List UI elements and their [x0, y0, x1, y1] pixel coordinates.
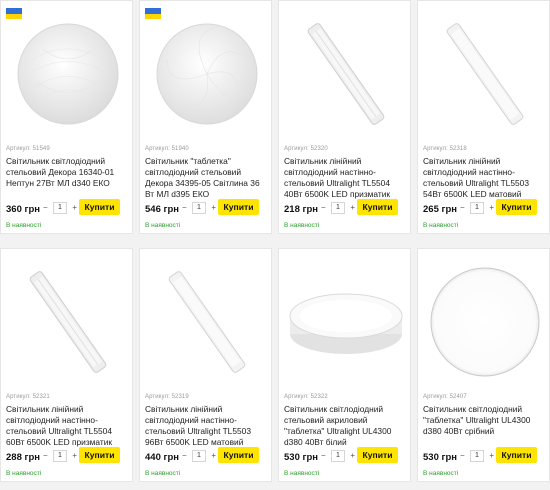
product-card[interactable]: Артикул: 52319 Світильник лінійний світл… — [139, 248, 272, 482]
increase-button[interactable]: + — [489, 203, 494, 212]
product-card[interactable]: Артикул: 52318 Світильник лінійний світл… — [417, 0, 550, 234]
product-card[interactable]: Артикул: 51940 Світильник "таблетка" сві… — [139, 0, 272, 234]
article-number: Артикул: 51940 — [145, 146, 189, 152]
product-image[interactable] — [279, 9, 412, 139]
product-price: 440 грн — [145, 452, 179, 463]
increase-button[interactable]: + — [211, 203, 216, 212]
article-number: Артикул: 52320 — [284, 146, 328, 152]
product-name[interactable]: Світильник лінійний світлодіодний настін… — [423, 156, 549, 200]
product-card[interactable]: Артикул: 52321 Світильник лінійний світл… — [0, 248, 133, 482]
product-price: 530 грн — [423, 452, 457, 463]
product-name[interactable]: Світильник лінійний світлодіодний настін… — [284, 156, 410, 200]
quantity-input[interactable]: 1 — [470, 449, 484, 462]
product-name[interactable]: Світильник лінійний світлодіодний настін… — [145, 404, 271, 448]
linear-prismatic-lamp-icon — [29, 271, 106, 373]
stock-status: В наявності — [6, 470, 42, 477]
stock-status: В наявності — [284, 222, 320, 229]
buy-button[interactable]: Купити — [218, 199, 259, 215]
decrease-button[interactable]: − — [321, 203, 326, 212]
stock-status: В наявності — [6, 222, 42, 229]
article-number: Артикул: 51549 — [6, 146, 50, 152]
increase-button[interactable]: + — [211, 451, 216, 460]
round-silver-lamp-icon — [430, 267, 539, 377]
quantity-input[interactable]: 1 — [53, 449, 67, 462]
product-name[interactable]: Світильник світлодіодний стельовий Декор… — [6, 156, 132, 189]
quantity-input[interactable]: 1 — [331, 449, 345, 462]
quantity-input[interactable]: 1 — [53, 201, 67, 214]
decrease-button[interactable]: − — [321, 451, 326, 460]
quantity-input[interactable]: 1 — [331, 201, 345, 214]
quantity-input[interactable]: 1 — [192, 449, 206, 462]
quantity-stepper: − 1 + — [43, 200, 77, 215]
product-card[interactable]: Артикул: 51549 Світильник світлодіодний … — [0, 0, 133, 234]
decrease-button[interactable]: − — [43, 203, 48, 212]
product-price: 360 грн — [6, 204, 40, 215]
quantity-stepper: − 1 + — [321, 448, 355, 463]
buy-button[interactable]: Купити — [79, 447, 120, 463]
product-image[interactable] — [279, 257, 412, 387]
product-name[interactable]: Світильник "таблетка" світлодіодний стел… — [145, 156, 271, 200]
increase-button[interactable]: + — [350, 451, 355, 460]
quantity-stepper: − 1 + — [43, 448, 77, 463]
increase-button[interactable]: + — [72, 451, 77, 460]
decrease-button[interactable]: − — [460, 451, 465, 460]
product-card[interactable]: Артикул: 52322 Світильник світлодіодний … — [278, 248, 411, 482]
product-name[interactable]: Світильник світлодіодний стельовий акрил… — [284, 404, 410, 448]
article-number: Артикул: 52321 — [6, 394, 50, 400]
stock-status: В наявності — [284, 470, 320, 477]
round-ceiling-lamp-icon — [156, 23, 257, 125]
quantity-stepper: − 1 + — [321, 200, 355, 215]
quantity-stepper: − 1 + — [460, 200, 494, 215]
product-card[interactable]: Артикул: 52407 Світильник світлодіодний … — [417, 248, 550, 482]
product-price: 546 грн — [145, 204, 179, 215]
product-image[interactable] — [418, 257, 550, 387]
stock-status: В наявності — [145, 222, 181, 229]
article-number: Артикул: 52318 — [423, 146, 467, 152]
quantity-stepper: − 1 + — [460, 448, 494, 463]
decrease-button[interactable]: − — [43, 451, 48, 460]
stock-status: В наявності — [423, 470, 459, 477]
product-card[interactable]: Артикул: 52320 Світильник лінійний світл… — [278, 0, 411, 234]
increase-button[interactable]: + — [72, 203, 77, 212]
increase-button[interactable]: + — [350, 203, 355, 212]
product-name[interactable]: Світильник світлодіодний "таблетка" Ultr… — [423, 404, 549, 437]
product-price: 218 грн — [284, 204, 318, 215]
buy-button[interactable]: Купити — [357, 199, 398, 215]
linear-matte-lamp-icon — [168, 271, 245, 373]
round-tablet-lamp-icon — [289, 293, 402, 354]
buy-button[interactable]: Купити — [79, 199, 120, 215]
article-number: Артикул: 52407 — [423, 394, 467, 400]
increase-button[interactable]: + — [489, 451, 494, 460]
buy-button[interactable]: Купити — [496, 199, 537, 215]
quantity-stepper: − 1 + — [182, 448, 216, 463]
buy-button[interactable]: Купити — [218, 447, 259, 463]
article-number: Артикул: 52319 — [145, 394, 189, 400]
round-ceiling-lamp-icon — [17, 23, 118, 125]
quantity-input[interactable]: 1 — [470, 201, 484, 214]
product-price: 530 грн — [284, 452, 318, 463]
product-price: 288 грн — [6, 452, 40, 463]
product-image[interactable] — [1, 9, 134, 139]
linear-prismatic-lamp-icon — [307, 23, 384, 125]
decrease-button[interactable]: − — [460, 203, 465, 212]
quantity-input[interactable]: 1 — [192, 201, 206, 214]
article-number: Артикул: 52322 — [284, 394, 328, 400]
product-image[interactable] — [1, 257, 134, 387]
decrease-button[interactable]: − — [182, 203, 187, 212]
product-image[interactable] — [418, 9, 550, 139]
buy-button[interactable]: Купити — [357, 447, 398, 463]
product-image[interactable] — [140, 9, 273, 139]
stock-status: В наявності — [423, 222, 459, 229]
decrease-button[interactable]: − — [182, 451, 187, 460]
linear-matte-lamp-icon — [446, 23, 523, 125]
product-name[interactable]: Світильник лінійний світлодіодний настін… — [6, 404, 132, 448]
stock-status: В наявності — [145, 470, 181, 477]
product-image[interactable] — [140, 257, 273, 387]
quantity-stepper: − 1 + — [182, 200, 216, 215]
product-grid: Артикул: 51549 Світильник світлодіодний … — [0, 0, 550, 490]
buy-button[interactable]: Купити — [496, 447, 537, 463]
product-price: 265 грн — [423, 204, 457, 215]
